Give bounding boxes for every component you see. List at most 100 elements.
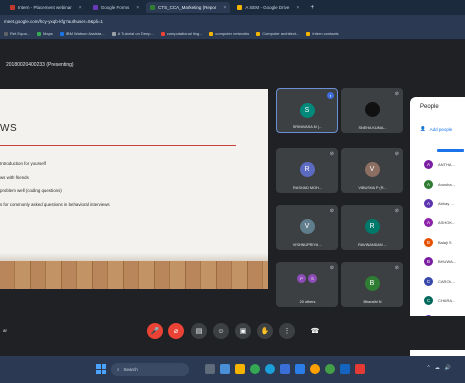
teams-icon[interactable] (310, 364, 320, 374)
bookmark-label: computational ling... (166, 31, 203, 36)
participant-tile[interactable]: B ⊘ Bharathi N (341, 262, 403, 307)
bookmark-label: Ret Equa... (10, 31, 31, 36)
participant-tile[interactable]: R ⊘ RAVINANDAN ... (341, 205, 403, 250)
participant-list-item[interactable]: A ANTHA... (410, 155, 465, 174)
participant-list-name: Balaji S (438, 239, 452, 245)
start-button[interactable] (96, 364, 106, 374)
bookmark-item[interactable]: Maps (37, 31, 53, 36)
close-tab-icon[interactable]: × (223, 5, 226, 11)
participant-list-name: CHARA... (438, 297, 456, 303)
browser-tab-bar: Intern - Placement webinar × Google Forms ×… (0, 0, 465, 15)
tab-label: Google Forms (100, 5, 130, 10)
browser-tab[interactable]: CTS_CCA_Marketing (Repor × (146, 2, 231, 13)
add-people-button[interactable]: 👤 Add people (420, 126, 452, 132)
people-panel-indicator (437, 149, 464, 152)
bookmark-item[interactable]: Intern contacts (306, 31, 339, 36)
tab-label: A SEM - Google Drive (245, 5, 290, 10)
app-icon[interactable] (340, 364, 350, 374)
bookmark-label: Maps (43, 31, 53, 36)
app-icon[interactable] (325, 364, 335, 374)
bookmark-item[interactable]: computational ling... (160, 31, 203, 36)
tab-favicon-icon (237, 5, 243, 10)
start-icon-tile (96, 369, 101, 374)
tab-label: Intern - Placement webinar (18, 5, 72, 10)
url-text[interactable]: meet.google.com/hcy-yxqb-kfg?authuser=0&… (4, 19, 103, 24)
bookmarks-bar: Ret Equa... Maps IBM Watson Assista... A Tu… (0, 28, 465, 40)
bookmark-item[interactable]: A Tutorial on Deep... (111, 31, 154, 36)
participant-list-item[interactable]: B BHUWA... (410, 252, 465, 271)
participant-tile[interactable]: P S ⊘ 20 others (276, 262, 338, 307)
bookmark-icon (256, 31, 261, 36)
edge-icon[interactable] (265, 364, 275, 374)
participant-list: A ANTHA... A Anusha... A Abhay ... A ASHOK... B B… (410, 155, 465, 330)
bookmark-item[interactable]: Ret Equa... (4, 31, 30, 36)
store-icon[interactable] (280, 364, 290, 374)
app-icon[interactable] (355, 364, 365, 374)
close-tab-icon[interactable]: × (79, 5, 82, 11)
bookmark-item[interactable]: IBM Watson Assista... (59, 31, 105, 36)
browser-tab[interactable]: Google Forms × (89, 2, 143, 13)
participant-name: RASHAD MOH... (293, 186, 322, 190)
participant-list-name: Abhay ... (438, 200, 454, 206)
raise-hand-button[interactable]: ✋ (257, 323, 273, 339)
participant-list-item[interactable]: C CAROL... (410, 271, 465, 290)
participant-tile[interactable]: ⊘ SNEHA KUMA... (341, 88, 403, 133)
meeting-area: 20180020400233 (Presenting) WS Introduct… (0, 40, 465, 383)
system-tray[interactable]: ^ ☁ 🔊 (427, 365, 451, 371)
muted-mic-icon: ⊘ (394, 91, 399, 97)
mail-icon[interactable] (295, 364, 305, 374)
avatar: B (364, 276, 380, 291)
bookmark-icon (306, 31, 311, 36)
slide-wood-floor (0, 261, 268, 289)
screen: Intern - Placement webinar × Google Forms ×… (0, 0, 465, 383)
participant-list-item[interactable]: A Anusha... (410, 174, 465, 193)
close-tab-icon[interactable]: × (136, 5, 139, 11)
bookmark-item[interactable]: computer networks (209, 31, 249, 36)
bookmark-item[interactable]: Computer architect... (256, 31, 299, 36)
participant-tile[interactable]: S ◖ SRINIVASA M (... (276, 88, 338, 133)
mic-button[interactable]: 🎤 (147, 323, 163, 339)
participant-list-item[interactable]: C CHARA... (410, 291, 465, 310)
start-icon-tile (96, 364, 101, 369)
file-explorer-icon[interactable] (235, 364, 245, 374)
bookmark-icon (209, 31, 214, 36)
close-tab-icon[interactable]: × (296, 5, 299, 11)
tray-icon[interactable]: ☁ (435, 365, 440, 371)
participant-tile[interactable]: V ⊘ VIBUSHA P (R... (341, 148, 403, 193)
new-tab-button[interactable]: + (310, 4, 314, 11)
participant-list-item[interactable]: B Balaji S (410, 233, 465, 252)
tray-icon[interactable]: ^ (427, 365, 429, 371)
address-bar[interactable]: meet.google.com/hcy-yxqb-kfg?authuser=0&… (0, 15, 465, 28)
avatar: P (297, 274, 306, 283)
tray-icon[interactable]: 🔊 (445, 365, 451, 371)
chrome-icon[interactable] (250, 364, 260, 374)
windows-taskbar: ⌕ Search ^ ☁ 🔊 (0, 356, 465, 383)
search-icon: ⌕ (117, 367, 120, 372)
participant-tile[interactable]: V ⊘ VISHNUPRIYA ... (276, 205, 338, 250)
widgets-icon[interactable] (220, 364, 230, 374)
captions-button[interactable]: ▤ (191, 323, 207, 339)
taskbar-search[interactable]: ⌕ Search (111, 363, 189, 376)
muted-mic-icon: ⊘ (394, 265, 399, 271)
participant-name: VISHNUPRIYA ... (292, 243, 323, 247)
browser-tab[interactable]: Intern - Placement webinar × (6, 2, 86, 13)
task-view-icon[interactable] (205, 364, 215, 374)
more-options-button[interactable]: ⋮ (279, 323, 295, 339)
muted-mic-icon: ⊘ (329, 265, 334, 271)
participant-list-item[interactable]: A Abhay ... (410, 194, 465, 213)
bookmark-label: A Tutorial on Deep... (117, 31, 154, 36)
participant-tile[interactable]: R ⊘ RASHAD MOH... (276, 148, 338, 193)
muted-mic-icon: ⊘ (329, 151, 334, 157)
people-panel-title: People (420, 104, 439, 110)
camera-button[interactable]: ⌀ (168, 323, 184, 339)
end-call-button[interactable]: ☎ (303, 323, 327, 339)
tab-label: CTS_CCA_Marketing (Repor (158, 5, 217, 10)
present-button[interactable]: ▣ (235, 323, 251, 339)
emoji-button[interactable]: ☺ (213, 323, 229, 339)
bookmark-label: Computer architect... (262, 31, 300, 36)
browser-tab[interactable]: A SEM - Google Drive × (233, 2, 303, 13)
avatar (364, 102, 380, 117)
start-icon-tile (101, 369, 106, 374)
avatar: S (308, 274, 317, 283)
participant-list-item[interactable]: A ASHOK... (410, 213, 465, 232)
